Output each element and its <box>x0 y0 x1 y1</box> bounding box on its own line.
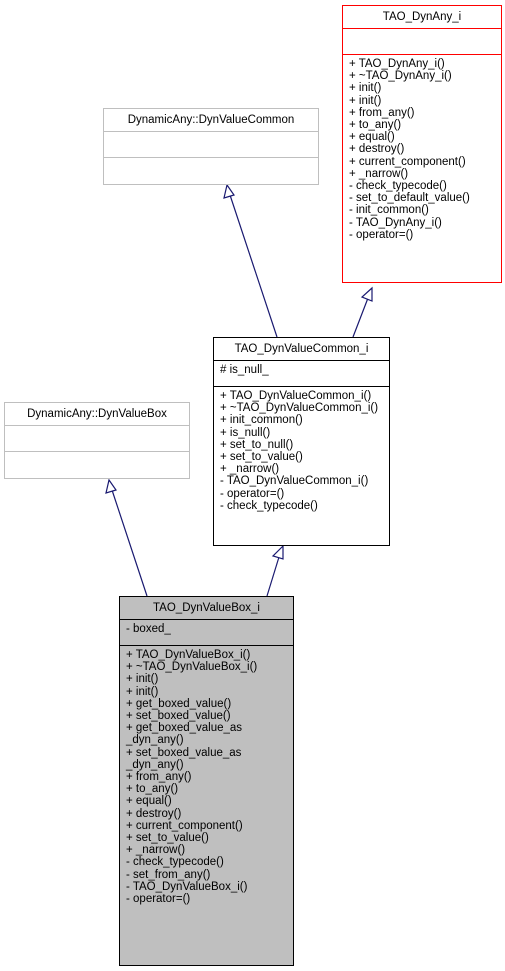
class-member: + _narrow() <box>349 167 409 180</box>
class-member: - init_common() <box>349 204 429 217</box>
class-member: + _narrow() <box>220 463 280 476</box>
class-member: - boxed_ <box>126 623 171 635</box>
attributes-section <box>343 29 501 55</box>
class-member: + destroy() <box>349 143 405 156</box>
class-member: + set_to_null() <box>220 438 294 451</box>
class-member: - set_from_any() <box>126 868 211 881</box>
class-member: + init_common() <box>220 414 303 427</box>
attributes-section <box>5 426 189 452</box>
class-member: + to_any() <box>126 783 179 796</box>
attributes-section: # is_null_ <box>214 361 389 387</box>
class-member: + init() <box>349 94 382 107</box>
class-member: - TAO_DynValueCommon_i() <box>220 475 369 488</box>
class-member: + TAO_DynValueCommon_i() <box>220 390 372 402</box>
class-tao-dynvaluecommon-i[interactable]: TAO_DynValueCommon_i # is_null_ + TAO_Dy… <box>213 337 390 546</box>
class-member: + set_boxed_value() <box>126 710 231 723</box>
class-name: DynamicAny::DynValueCommon <box>104 109 318 132</box>
class-member: + init() <box>126 685 159 698</box>
class-member: + ~TAO_DynValueCommon_i() <box>220 402 379 415</box>
class-member: - operator=() <box>349 228 414 241</box>
class-member: - operator=() <box>126 893 191 906</box>
class-member: - check_typecode() <box>220 499 318 512</box>
attributes-section <box>104 132 318 158</box>
class-member: + set_boxed_value_as <box>126 746 242 759</box>
class-member: # is_null_ <box>220 364 269 376</box>
class-member: + get_boxed_value() <box>126 697 232 710</box>
class-tao-dynvaluebox-i[interactable]: TAO_DynValueBox_i - boxed_ + TAO_DynValu… <box>119 596 294 966</box>
class-member: + equal() <box>349 131 395 144</box>
edge-valuecommon-i-to-dynany-i <box>352 297 369 338</box>
class-member: + from_any() <box>349 106 415 119</box>
edge-valuecommon-i-to-valuecommon <box>229 194 278 338</box>
class-member: + TAO_DynValueBox_i() <box>126 649 251 661</box>
methods-section: + TAO_DynValueCommon_i() + ~TAO_DynValueC… <box>214 387 389 515</box>
methods-section: + TAO_DynAny_i() + ~TAO_DynAny_i() + init(… <box>343 55 501 244</box>
inheritance-arrowhead <box>271 544 284 560</box>
class-member: + set_to_value() <box>220 451 303 464</box>
methods-section <box>104 158 318 184</box>
class-name: TAO_DynAny_i <box>343 6 501 29</box>
attributes-section: - boxed_ <box>120 620 293 646</box>
class-member: - check_typecode() <box>126 856 224 869</box>
methods-section <box>5 452 189 478</box>
class-dynamicany-dynvaluecommon[interactable]: DynamicAny::DynValueCommon <box>103 108 319 185</box>
class-member: _dyn_any() <box>126 758 184 771</box>
class-member: - operator=() <box>220 487 285 500</box>
class-member: + equal() <box>126 795 172 808</box>
class-member: + destroy() <box>126 807 182 820</box>
class-member: + ~TAO_DynAny_i() <box>349 70 452 83</box>
class-member: + init() <box>349 82 382 95</box>
class-member: + set_to_value() <box>126 832 209 845</box>
class-name: TAO_DynValueCommon_i <box>214 338 389 361</box>
class-member: + is_null() <box>220 426 271 439</box>
class-member: - TAO_DynAny_i() <box>349 216 442 229</box>
class-member: + get_boxed_value_as <box>126 722 243 735</box>
class-member: + TAO_DynAny_i() <box>349 58 445 70</box>
edge-valuebox-i-to-valuecommon-i <box>266 556 280 597</box>
inheritance-arrowhead <box>360 286 373 302</box>
class-member: - set_to_default_value() <box>349 192 470 205</box>
class-dynamicany-dynvaluebox[interactable]: DynamicAny::DynValueBox <box>4 402 190 479</box>
class-member: _dyn_any() <box>126 734 184 747</box>
class-tao-dynany-i[interactable]: TAO_DynAny_i + TAO_DynAny_i() + ~TAO_DynA… <box>342 5 502 283</box>
class-member: + from_any() <box>126 771 192 784</box>
class-member: + current_component() <box>349 155 466 168</box>
methods-section: + TAO_DynValueBox_i() + ~TAO_DynValueBox_… <box>120 646 293 908</box>
class-member: + to_any() <box>349 119 402 132</box>
class-name: TAO_DynValueBox_i <box>120 597 293 620</box>
inheritance-arrowhead <box>223 183 235 199</box>
class-member: + current_component() <box>126 819 243 832</box>
class-member: - check_typecode() <box>349 180 447 193</box>
inheritance-arrowhead <box>105 478 117 494</box>
edge-valuebox-i-to-valuebox <box>111 489 148 597</box>
class-name: DynamicAny::DynValueBox <box>5 403 189 426</box>
class-member: + _narrow() <box>126 844 186 857</box>
class-member: + ~TAO_DynValueBox_i() <box>126 661 258 674</box>
class-member: - TAO_DynValueBox_i() <box>126 880 248 893</box>
class-member: + init() <box>126 673 159 686</box>
